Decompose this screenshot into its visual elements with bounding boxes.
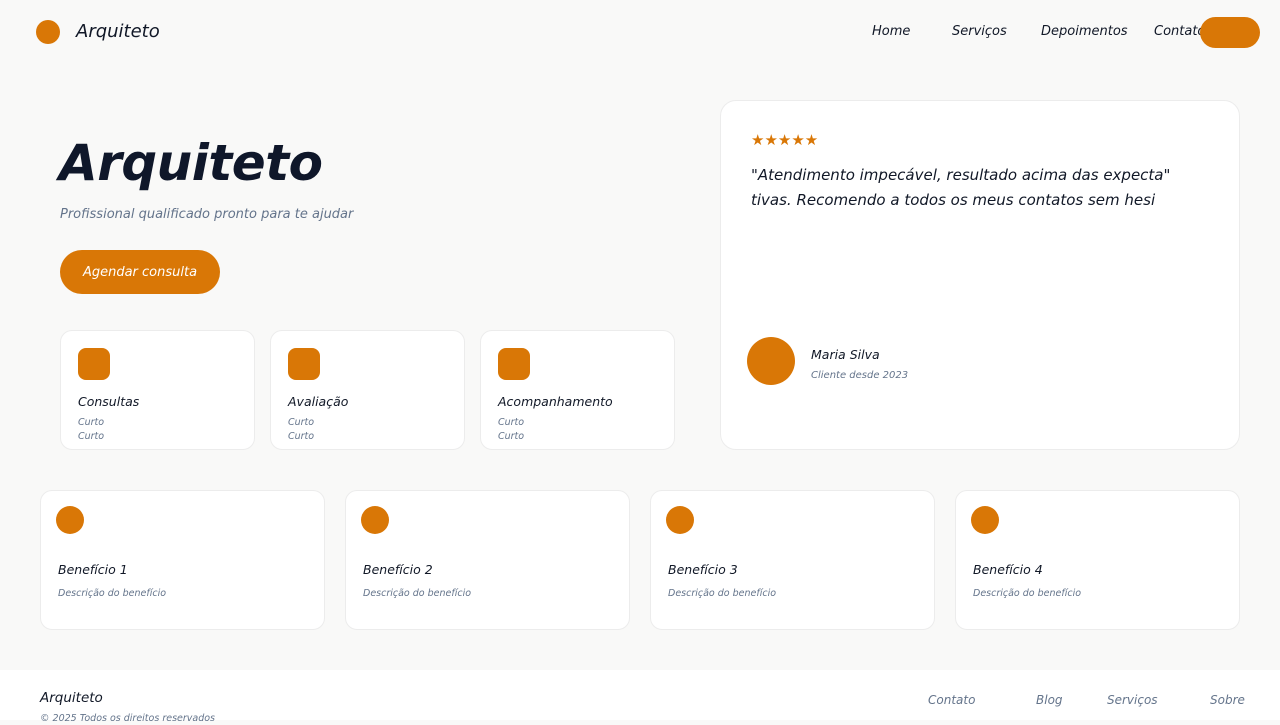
nav-link-servicos[interactable]: Serviços [952,24,1007,40]
testimonial-card: ★★★★★ "Atendimento impecável, resultado … [720,100,1240,450]
service-square-icon [78,348,110,380]
benefit-card-1[interactable]: Benefício 1 Descrição do benefício [40,490,325,630]
service-detail: Curto [288,417,315,428]
benefit-card-2[interactable]: Benefício 2 Descrição do benefício [345,490,630,630]
header-cta-button[interactable] [1200,17,1260,48]
benefit-circle-icon [361,506,389,534]
site-footer: Arquiteto © 2025 Todos os direitos reser… [0,670,1280,724]
hero-subtitle: Profissional qualificado pronto para te … [60,207,354,222]
rating-stars: ★★★★★ [751,131,819,149]
service-card-consultas[interactable]: Consultas Curto Curto [60,330,255,450]
service-title: Consultas [78,394,140,409]
footer-link-servicos[interactable]: Serviços [1107,692,1158,708]
benefit-circle-icon [56,506,84,534]
nav-link-depoimentos[interactable]: Depoimentos [1041,24,1128,40]
nav-link-contato[interactable]: Contato [1154,24,1205,40]
service-detail: Curto [78,431,105,442]
service-detail: Curto [498,431,525,442]
logo-icon[interactable] [36,20,60,44]
service-detail: Curto [288,431,315,442]
avatar [747,337,795,385]
footer-link-contato[interactable]: Contato [928,692,975,708]
benefit-circle-icon [666,506,694,534]
testimonial-author: Maria Silva [811,347,880,362]
service-card-avaliacao[interactable]: Avaliação Curto Curto [270,330,465,450]
nav-link-home[interactable]: Home [872,24,910,40]
footer-brand: Arquiteto [40,690,103,706]
footer-copyright: © 2025 Todos os direitos reservados [40,713,216,724]
footer-link-sobre[interactable]: Sobre [1210,692,1245,708]
benefit-title: Benefício 1 [58,562,128,577]
schedule-consultation-button[interactable]: Agendar consulta [60,250,220,294]
benefit-circle-icon [971,506,999,534]
service-card-acompanhamento[interactable]: Acompanhamento Curto Curto [480,330,675,450]
benefit-description: Descrição do benefício [973,588,1082,599]
testimonial-quote: "Atendimento impecável, resultado acima … [751,166,1171,209]
service-square-icon [498,348,530,380]
benefit-card-3[interactable]: Benefício 3 Descrição do benefício [650,490,935,630]
benefit-title: Benefício 3 [668,562,738,577]
service-title: Avaliação [288,394,349,409]
benefit-description: Descrição do benefício [58,588,167,599]
benefit-title: Benefício 2 [363,562,433,577]
service-detail: Curto [498,417,525,428]
service-square-icon [288,348,320,380]
benefit-description: Descrição do benefício [363,588,472,599]
hero-title: Arquiteto [59,134,323,192]
footer-link-blog[interactable]: Blog [1036,692,1063,708]
benefit-card-4[interactable]: Benefício 4 Descrição do benefício [955,490,1240,630]
service-detail: Curto [78,417,105,428]
brand-name[interactable]: Arquiteto [76,20,160,44]
benefit-description: Descrição do benefício [668,588,777,599]
benefit-title: Benefício 4 [973,562,1043,577]
service-title: Acompanhamento [498,394,613,409]
testimonial-author-since: Cliente desde 2023 [811,370,909,381]
